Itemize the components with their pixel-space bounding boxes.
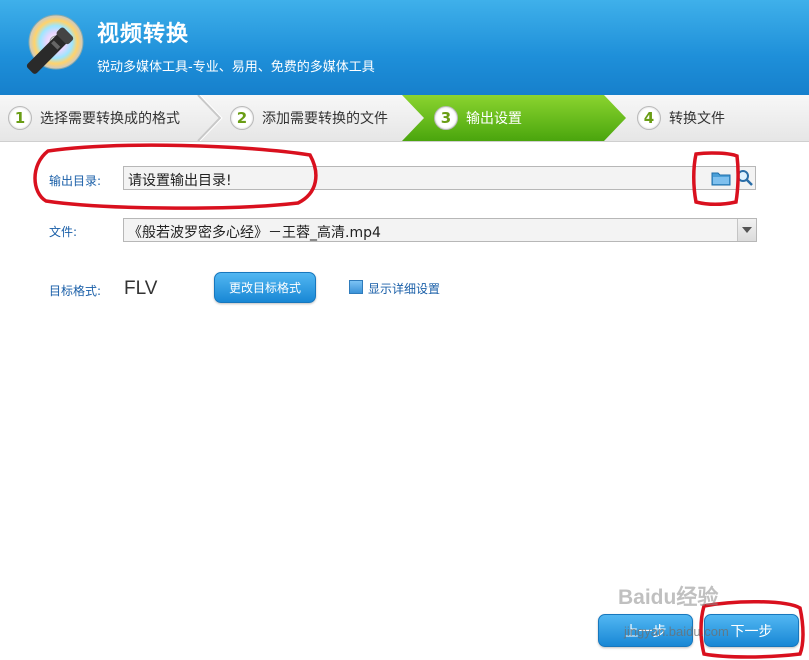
step-1[interactable]: 1 选择需要转换成的格式	[8, 95, 180, 141]
app-title: 视频转换	[97, 22, 190, 47]
step-3-number: 3	[434, 106, 458, 130]
file-label: 文件:	[49, 225, 78, 239]
open-folder-button[interactable]	[734, 168, 756, 188]
browse-folder-button[interactable]	[710, 168, 732, 188]
step-3-label: 输出设置	[466, 111, 522, 127]
watermark-logo: Baidu经验	[618, 586, 719, 609]
search-icon	[737, 170, 753, 186]
step-4[interactable]: 4 转换文件	[637, 95, 725, 141]
step-1-number: 1	[8, 106, 32, 130]
step-3-active[interactable]: 3 输出设置	[434, 95, 522, 141]
output-dir-value: 请设置输出目录!	[128, 173, 232, 189]
step-2-number: 2	[230, 106, 254, 130]
step-4-label: 转换文件	[669, 111, 725, 127]
show-details-checkbox[interactable]	[349, 280, 363, 294]
wizard-steps: 1 选择需要转换成的格式 2 添加需要转换的文件 3 输出设置 4 转换文件	[0, 95, 809, 142]
file-select[interactable]: 《般若波罗密多心经》－王蓉_高清.mp4	[123, 218, 757, 242]
step-1-label: 选择需要转换成的格式	[40, 111, 180, 127]
dropdown-arrow[interactable]	[737, 219, 756, 241]
disc-logo-icon	[26, 14, 84, 74]
watermark-url: jingyan.baidu.com	[624, 624, 729, 639]
output-dir-label: 输出目录:	[49, 174, 102, 188]
show-details-label: 显示详细设置	[368, 282, 441, 296]
app-subtitle: 锐动多媒体工具-专业、易用、免费的多媒体工具	[97, 60, 375, 75]
file-value: 《般若波罗密多心经》－王蓉_高清.mp4	[128, 225, 381, 241]
chevron-down-icon	[742, 227, 752, 233]
step-2-label: 添加需要转换的文件	[262, 111, 388, 127]
output-dir-input[interactable]: 请设置输出目录!	[123, 166, 756, 190]
app-header: 视频转换 锐动多媒体工具-专业、易用、免费的多媒体工具	[0, 0, 809, 95]
target-format-label: 目标格式:	[49, 284, 102, 298]
target-format-value: FLV	[124, 278, 158, 299]
step-4-number: 4	[637, 106, 661, 130]
folder-icon	[711, 172, 731, 186]
step-2[interactable]: 2 添加需要转换的文件	[230, 95, 388, 141]
change-format-button[interactable]: 更改目标格式	[214, 272, 316, 303]
